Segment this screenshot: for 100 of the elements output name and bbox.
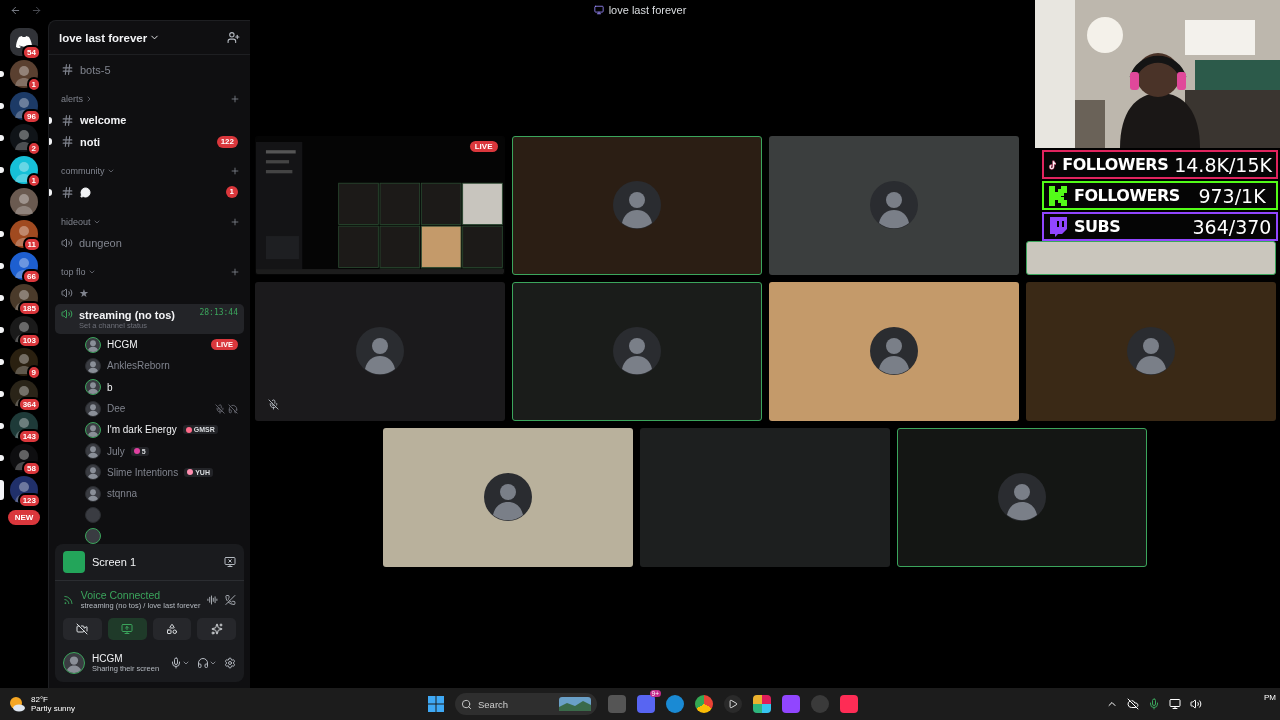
unread-indicator	[0, 391, 4, 397]
muted-icon	[267, 398, 279, 410]
notification-badge: 54	[22, 45, 41, 60]
voice-channel[interactable]: dungeon	[55, 232, 244, 254]
category-header[interactable]: top flo	[61, 267, 96, 277]
settings-icon[interactable]	[224, 657, 236, 669]
camera-button[interactable]	[63, 618, 102, 640]
browser-icon[interactable]	[666, 695, 684, 713]
text-channel[interactable]: noti 122	[55, 131, 244, 153]
app-icon[interactable]	[782, 695, 800, 713]
notification-badge: 123	[17, 493, 41, 508]
headphones-button[interactable]	[197, 657, 217, 669]
video-tile[interactable]	[897, 427, 1147, 567]
server-icon[interactable]: 2	[10, 124, 38, 152]
video-tile[interactable]: LIVE	[254, 135, 505, 275]
member-name: HCGM	[107, 339, 138, 351]
unread-indicator	[0, 167, 4, 173]
user-name: HCGM	[92, 653, 124, 664]
add-channel-icon[interactable]	[230, 267, 240, 277]
connection-icon	[63, 593, 74, 606]
mic-button[interactable]	[170, 657, 190, 669]
server-name[interactable]: love last forever	[59, 31, 161, 44]
text-channel[interactable]: welcome	[55, 109, 244, 131]
new-unreads-pill[interactable]: NEW	[7, 510, 41, 525]
screen-button[interactable]	[107, 618, 147, 640]
video-tile[interactable]	[768, 281, 1019, 421]
unread-indicator	[0, 103, 4, 109]
media-player-icon[interactable]	[724, 695, 742, 713]
chrome-icon[interactable]	[695, 695, 713, 713]
unread-indicator	[0, 455, 4, 461]
mic-icon[interactable]	[1148, 698, 1160, 710]
disconnect-icon[interactable]	[225, 593, 236, 606]
add-channel-icon[interactable]	[230, 94, 240, 104]
add-channel-icon[interactable]	[230, 166, 240, 176]
voice-member[interactable]: AnklesReborn	[55, 355, 244, 377]
volume-icon[interactable]	[1190, 698, 1202, 710]
display-icon[interactable]	[1169, 698, 1181, 710]
notification-badge: 2	[26, 141, 41, 156]
video-tile[interactable]	[511, 135, 762, 275]
voice-channel[interactable]: ★	[55, 282, 244, 304]
server-icon[interactable]: 1	[10, 156, 38, 184]
mic-icon	[170, 657, 182, 669]
video-tile[interactable]	[1025, 240, 1276, 275]
add-channel-icon[interactable]	[230, 216, 240, 227]
voice-member[interactable]: b	[55, 376, 244, 398]
unread-indicator	[0, 480, 4, 500]
screen-icon	[121, 623, 134, 635]
cloud-icon[interactable]	[1127, 698, 1139, 710]
chat-app-icon[interactable]	[637, 695, 655, 713]
video-tile[interactable]	[768, 135, 1019, 275]
mention-badge: 1	[225, 186, 238, 199]
category-header[interactable]: community	[61, 166, 115, 176]
avatar	[869, 181, 918, 229]
stop-stream-icon[interactable]	[224, 556, 236, 568]
notification-badge: 1	[26, 173, 41, 188]
deafened-icon	[228, 403, 238, 414]
notification-badge: 185	[17, 301, 41, 316]
activities-button[interactable]	[152, 618, 192, 640]
channel-name: welcome	[80, 114, 127, 127]
server-icon[interactable]: 1	[10, 60, 38, 88]
video-tile[interactable]	[511, 281, 762, 421]
notification-badge: 11	[22, 237, 41, 252]
soundboard-button[interactable]	[197, 618, 236, 640]
screen-icon	[593, 5, 604, 15]
goal-count: 14.8K/15K	[1174, 153, 1272, 176]
tiktok-icon[interactable]	[840, 695, 858, 713]
speech-bubble-icon	[80, 186, 91, 198]
text-channel[interactable]: 1	[55, 181, 244, 203]
user-avatar[interactable]	[63, 652, 85, 674]
slack-icon[interactable]	[753, 695, 771, 713]
text-channel[interactable]: bots-5	[55, 59, 244, 81]
voice-status[interactable]: Voice Connected	[80, 589, 201, 601]
server-icon[interactable]: 9	[10, 348, 38, 376]
weather-condition: Partly sunny	[31, 704, 76, 713]
start-icon[interactable]	[428, 696, 444, 712]
notification-badge: 364	[17, 397, 41, 412]
unread-indicator	[0, 327, 4, 333]
temperature: 82°F	[31, 695, 49, 704]
invite-icon[interactable]	[227, 31, 240, 44]
call-timer: 28:13:44	[199, 308, 238, 317]
video-tile[interactable]	[383, 427, 633, 567]
back-arrow-icon[interactable]	[10, 4, 21, 16]
member-name: July	[107, 445, 125, 457]
channel-name: noti	[80, 135, 101, 148]
hash-icon	[61, 135, 74, 149]
category-header[interactable]: hideout	[61, 216, 101, 227]
video-tile[interactable]	[254, 281, 505, 421]
server-icon[interactable]	[10, 188, 38, 216]
camera-icon	[76, 623, 89, 635]
avatar	[998, 473, 1046, 521]
video-tile[interactable]	[1025, 281, 1276, 421]
noise-suppression-icon[interactable]	[207, 593, 219, 606]
voice-member[interactable]: Dee	[55, 397, 244, 420]
muted-icon	[215, 403, 225, 414]
video-tile[interactable]	[640, 427, 890, 567]
search-field[interactable]: Search	[455, 693, 597, 715]
category-header[interactable]: alerts	[61, 94, 93, 104]
notification-badge: 103	[17, 333, 41, 348]
voice-member[interactable]: stqnna	[55, 483, 244, 505]
headphones-icon	[197, 657, 209, 669]
